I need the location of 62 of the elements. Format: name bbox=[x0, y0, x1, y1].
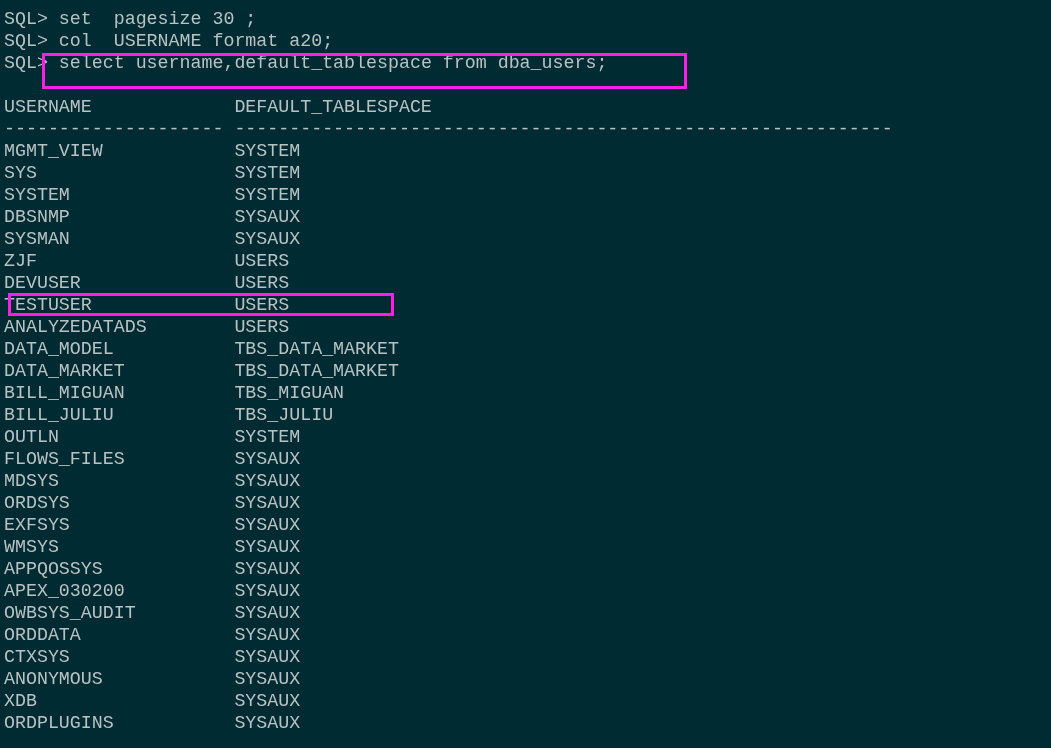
table-cell: SYSAUX bbox=[234, 228, 301, 250]
column-heading: DEFAULT_TABLESPACE bbox=[234, 96, 432, 118]
table-cell: TBS_JULIU bbox=[234, 404, 334, 426]
table-cell: USERS bbox=[234, 272, 290, 294]
table-cell: SYSAUX bbox=[234, 690, 301, 712]
table-cell: SYSTEM bbox=[234, 162, 301, 184]
table-cell-text: SYSMAN bbox=[4, 228, 71, 250]
table-cell-text: ZJF bbox=[4, 250, 38, 272]
table-cell: SYSAUX bbox=[234, 646, 301, 668]
table-cell: USERS bbox=[234, 316, 290, 338]
table-cell: SYSAUX bbox=[234, 470, 301, 492]
table-cell: SYSAUX bbox=[234, 492, 301, 514]
command-text: set pagesize 30 ; bbox=[58, 8, 257, 30]
table-cell-text: ANALYZEDATADS bbox=[4, 316, 148, 338]
table-cell: TBS_DATA_MARKET bbox=[234, 360, 399, 382]
table-cell-text: EXFSYS bbox=[4, 514, 71, 536]
table-cell: SYSAUX bbox=[234, 668, 301, 690]
sql-prompt: SQL> bbox=[4, 8, 48, 30]
table-cell-text: DBSNMP bbox=[4, 206, 71, 228]
table-cell: SYSAUX bbox=[234, 558, 301, 580]
table-cell-text: MDSYS bbox=[4, 470, 60, 492]
table-cell-text: ORDSYS bbox=[4, 492, 71, 514]
table-cell-text: APEX_030200 bbox=[4, 580, 126, 602]
table-cell-text: SYSTEM bbox=[4, 184, 71, 206]
command-text: col USERNAME format a20; bbox=[58, 30, 334, 52]
table-cell-text: DATA_MARKET bbox=[4, 360, 126, 382]
column-heading: USERNAME bbox=[4, 96, 93, 118]
table-cell: SYSAUX bbox=[234, 536, 301, 558]
column-underline: -------------------- bbox=[4, 118, 225, 140]
table-cell-text: DEVUSER bbox=[4, 272, 82, 294]
table-cell-text: CTXSYS bbox=[4, 646, 71, 668]
table-cell-text: SYS bbox=[4, 162, 38, 184]
table-cell: SYSAUX bbox=[234, 448, 301, 470]
table-cell-text: XDB bbox=[4, 690, 38, 712]
command-text: select username,default_tablespace from dba_users; bbox=[58, 52, 608, 74]
table-cell: SYSAUX bbox=[234, 206, 301, 228]
table-cell-text: WMSYS bbox=[4, 536, 60, 558]
table-cell: SYSAUX bbox=[234, 624, 301, 646]
table-cell-text: OUTLN bbox=[4, 426, 60, 448]
table-cell: SYSAUX bbox=[234, 712, 301, 734]
table-cell: TBS_MIGUAN bbox=[234, 382, 345, 404]
table-cell: SYSTEM bbox=[234, 184, 301, 206]
table-cell-text: FLOWS_FILES bbox=[4, 448, 126, 470]
table-cell: SYSAUX bbox=[234, 580, 301, 602]
table-cell: USERS bbox=[234, 250, 290, 272]
table-cell-text: OWBSYS_AUDIT bbox=[4, 602, 137, 624]
table-cell: SYSAUX bbox=[234, 602, 301, 624]
table-cell-text: DATA_MODEL bbox=[4, 338, 115, 360]
table-cell-text: ANONYMOUS bbox=[4, 668, 104, 690]
table-cell-text: ORDDATA bbox=[4, 624, 82, 646]
table-cell: SYSAUX bbox=[234, 514, 301, 536]
table-cell: TBS_DATA_MARKET bbox=[234, 338, 399, 360]
table-cell-text: MGMT_VIEW bbox=[4, 140, 104, 162]
table-cell-text: ORDPLUGINS bbox=[4, 712, 115, 734]
sql-prompt: SQL> bbox=[4, 30, 48, 52]
table-cell: SYSTEM bbox=[234, 426, 301, 448]
column-underline: ------------------------------------------------------------ bbox=[234, 118, 893, 140]
table-cell: USERS bbox=[234, 294, 290, 316]
table-cell-text: BILL_JULIU bbox=[4, 404, 115, 426]
table-cell: SYSTEM bbox=[234, 140, 301, 162]
table-cell-text: APPQOSSYS bbox=[4, 558, 104, 580]
table-cell-text: BILL_MIGUAN bbox=[4, 382, 126, 404]
